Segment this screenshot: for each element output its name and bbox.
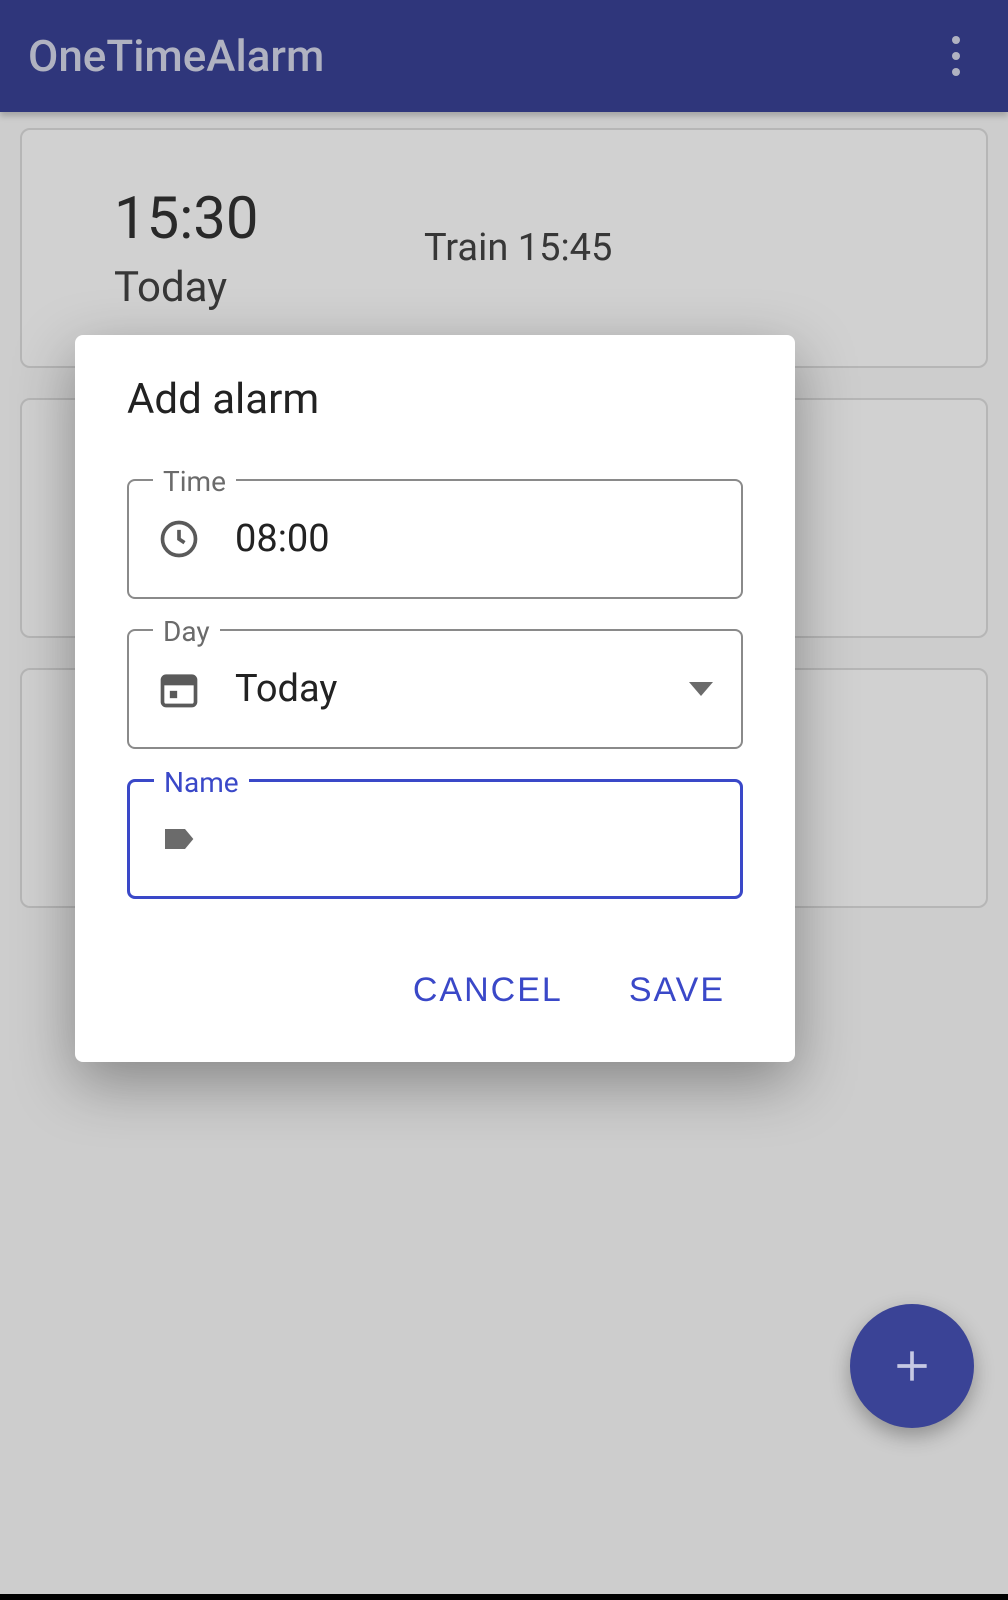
name-input[interactable] (236, 814, 725, 864)
calendar-icon (157, 667, 201, 711)
day-field-label: Day (153, 615, 220, 648)
dialog-actions: CANCEL SAVE (127, 929, 743, 1042)
time-field-value: 08:00 (235, 517, 713, 561)
label-icon (158, 817, 202, 861)
add-alarm-fab[interactable] (850, 1304, 974, 1428)
cancel-button[interactable]: CANCEL (405, 959, 571, 1022)
time-field[interactable]: Time 08:00 (127, 479, 743, 599)
dialog-title: Add alarm (127, 375, 743, 424)
clock-icon (157, 517, 201, 561)
plus-icon (890, 1344, 934, 1388)
day-field-value: Today (235, 667, 689, 711)
chevron-down-icon (689, 682, 713, 696)
name-field[interactable]: Name (127, 779, 743, 899)
time-field-label: Time (153, 465, 236, 498)
save-button[interactable]: SAVE (621, 959, 733, 1022)
day-field[interactable]: Day Today (127, 629, 743, 749)
add-alarm-dialog: Add alarm Time 08:00 Day Today Name (75, 335, 795, 1062)
name-field-label: Name (154, 766, 249, 799)
